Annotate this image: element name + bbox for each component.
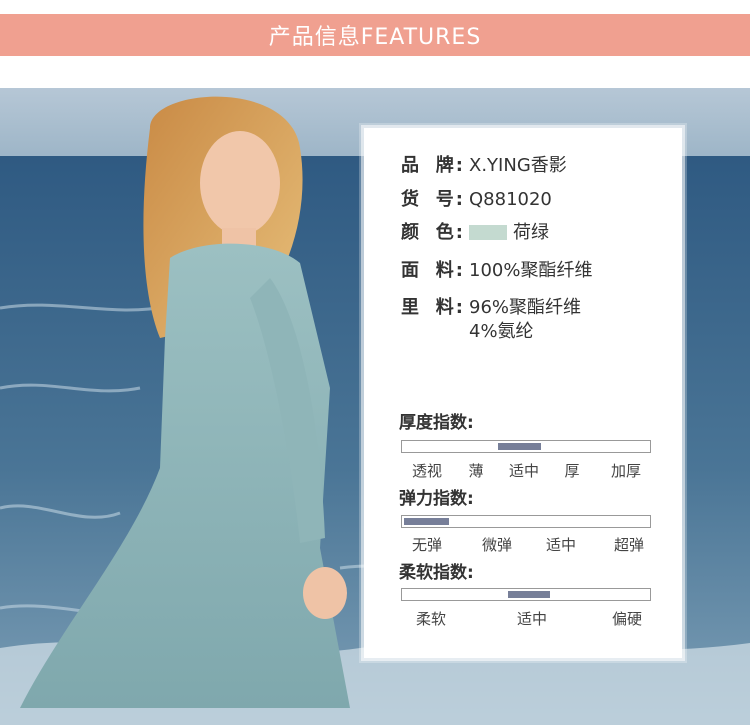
header-title: 产品信息FEATURES [268,25,482,50]
thickness-bar-fill [497,443,541,450]
brand-value: X.YING香影 [469,155,567,176]
spec-label: 面 料: [401,260,463,281]
thickness-title: 厚度指数: [399,413,474,433]
scale-label: 加厚 [610,462,642,480]
elasticity-bar-fill [404,518,450,525]
spec-row-color: 颜 色: 荷绿 [401,221,549,245]
softness-title: 柔软指数: [399,563,474,583]
spec-label: 品 牌: [401,155,463,176]
spec-row-lining: 里 料: 96%聚酯纤维 4%氨纶 [401,296,581,344]
lining-value: 96%聚酯纤维 [469,297,582,318]
scale-label: 偏硬 [611,610,643,628]
elasticity-bar [401,515,651,528]
spec-label: 颜 色: [401,222,463,243]
scale-label: 柔软 [415,610,447,628]
spec-row-fabric: 面 料: 100%聚酯纤维 [401,259,592,283]
color-swatch [469,225,507,240]
scale-label: 微弹 [481,536,513,554]
softness-bar [401,588,651,601]
spec-label: 里 料: [401,297,463,318]
softness-bar-fill [507,591,551,598]
scale-label: 厚 [564,462,580,480]
fabric-value: 100%聚酯纤维 [469,260,593,281]
spec-row-sku: 货 号: Q881020 [401,188,552,212]
spec-card: 品 牌: X.YING香影 货 号: Q881020 颜 色: 荷绿 面 料: … [364,128,682,658]
spec-label: 货 号: [401,189,463,210]
scale-label: 透视 [411,462,443,480]
spec-row-brand: 品 牌: X.YING香影 [401,154,567,178]
scale-label: 超弹 [613,536,645,554]
elasticity-title: 弹力指数: [399,489,474,509]
scale-label: 无弹 [411,536,443,554]
header-banner: 产品信息FEATURES [0,14,750,56]
thickness-bar [401,440,651,453]
scale-label: 适中 [516,610,548,628]
sku-value: Q881020 [469,189,552,210]
scale-label: 适中 [545,536,577,554]
scale-label: 适中 [508,462,540,480]
scale-label: 薄 [468,462,484,480]
lining-value-2: 4%氨纶 [469,321,534,342]
color-value: 荷绿 [513,222,549,243]
